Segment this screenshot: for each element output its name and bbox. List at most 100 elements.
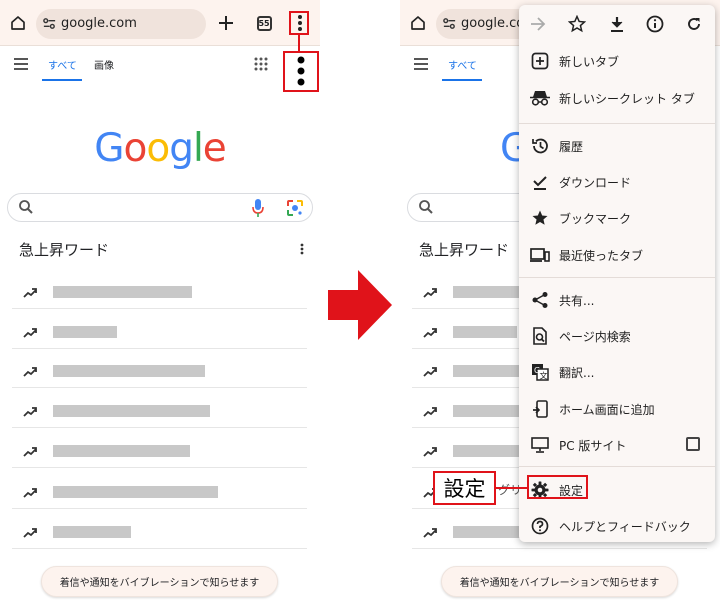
page-info-icon[interactable] [645,14,665,34]
menu-item-label: 新しいタブ [559,55,620,69]
svg-text:文: 文 [540,371,548,381]
trend-row[interactable] [12,392,307,428]
new-tab-plus-icon[interactable] [214,11,238,35]
tab-all[interactable]: すべて [48,57,77,72]
menu-item-label: ダウンロード [559,176,632,190]
menu-item-label: ホーム画面に追加 [559,403,655,417]
menu-item-bookmarks[interactable]: ブックマーク [519,201,715,235]
menu-item-label: 最近使ったタブ [559,249,644,263]
trending-up-icon [423,402,437,421]
trending-title: 急上昇ワード [419,241,510,259]
trend-row[interactable] [12,313,307,349]
new-tab-icon [530,51,550,71]
incognito-icon [530,88,550,108]
trending-title: 急上昇ワード [19,241,110,259]
refresh-icon[interactable] [684,14,704,34]
trend-row[interactable] [12,432,307,468]
tab-images[interactable]: 画像 [94,57,114,72]
menu-item-add-to-home[interactable]: ホーム画面に追加 [519,392,715,426]
menu-item-desktop-site[interactable]: PC 版サイト [519,428,715,462]
redacted-bar [53,526,131,538]
menu-item-share[interactable]: 共有... [519,283,715,317]
hamburger-icon[interactable] [413,56,429,75]
menu-item-downloads[interactable]: ダウンロード [519,165,715,199]
url-text: google.com [61,16,137,31]
redacted-bar [53,445,190,457]
menu-item-help[interactable]: ヘルプとフィードバック [519,509,715,542]
site-settings-icon[interactable] [42,16,57,35]
forward-icon[interactable] [528,14,548,34]
trending-up-icon [423,362,437,381]
address-bar[interactable]: google.com [36,9,206,39]
tab-switcher-button[interactable]: 55 [252,11,276,35]
downloads-icon [530,172,550,192]
hamburger-icon[interactable] [13,56,29,75]
find-in-page-icon [530,326,550,346]
trending-up-icon [23,323,37,342]
search-nav: すべて 画像 [0,46,320,86]
trending-more-icon[interactable] [300,240,304,259]
share-icon [530,290,550,310]
menu-item-label: 共有... [559,294,595,308]
search-icon [418,199,434,219]
trend-row[interactable] [12,513,307,549]
site-settings-icon[interactable] [442,16,457,35]
settings-callout: 設定 [433,471,496,505]
home-icon[interactable] [6,11,30,35]
trending-up-icon [23,442,37,461]
desktop-site-checkbox[interactable] [686,437,700,451]
redacted-bar [53,486,218,498]
search-icon [18,199,34,219]
left-screenshot: google.com 55 すべて 画像 Google 急上昇ワード 着信や通知… [0,0,320,603]
callout-connector [496,487,528,489]
menu-divider [519,466,715,467]
active-tab-underline [442,79,482,81]
transition-arrow-icon [328,270,392,340]
browser-overflow-menu: 新しいタブ 新しいシークレット タブ 履歴 ダウンロード ブックマーク 最近使っ… [519,5,715,542]
trend-row[interactable] [12,352,307,388]
google-lens-icon[interactable] [286,199,304,221]
menu-item-label: 履歴 [559,140,584,154]
browser-toolbar: google.com 55 [0,0,320,46]
highlight-menu-button [289,11,309,35]
tab-count: 55 [256,15,272,31]
menu-item-history[interactable]: 履歴 [519,129,715,163]
desktop-site-icon [530,435,550,455]
redacted-bar [53,365,205,377]
tab-all[interactable]: すべて [448,57,477,72]
redacted-bar [53,286,192,298]
recent-tabs-icon [530,245,550,265]
trending-up-icon [423,442,437,461]
trending-up-icon [423,283,437,302]
highlight-settings-item [527,475,588,499]
microphone-icon[interactable] [251,198,265,222]
redacted-bar [53,405,210,417]
apps-grid-icon[interactable] [254,56,268,75]
trending-up-icon [423,323,437,342]
help-icon [530,516,550,536]
trending-up-icon [23,283,37,302]
trending-up-icon [23,483,37,502]
trend-row[interactable] [12,473,307,509]
download-icon[interactable] [607,14,627,34]
menu-item-translate[interactable]: G文 翻訳... [519,355,715,389]
vibration-notice-chip[interactable]: 着信や通知をバイブレーションで知らせます [441,566,678,597]
bookmarks-icon [530,208,550,228]
redacted-bar [53,326,117,338]
menu-item-label: ページ内検索 [559,330,631,344]
trending-up-icon [23,523,37,542]
trend-row[interactable] [12,273,307,309]
menu-divider [519,123,715,124]
search-box[interactable] [7,193,313,222]
vibration-notice-chip[interactable]: 着信や通知をバイブレーションで知らせます [41,566,278,597]
more-menu-zoom-icon [296,56,306,90]
menu-item-new-tab[interactable]: 新しいタブ [519,44,715,78]
menu-item-incognito-tab[interactable]: 新しいシークレット タブ [519,81,715,115]
trending-up-icon [423,523,437,542]
trending-up-icon [23,402,37,421]
bookmark-star-icon[interactable] [567,14,587,34]
menu-item-recent-tabs[interactable]: 最近使ったタブ [519,238,715,272]
menu-item-find-in-page[interactable]: ページ内検索 [519,319,715,353]
home-icon[interactable] [406,11,430,35]
menu-action-row [519,5,715,43]
